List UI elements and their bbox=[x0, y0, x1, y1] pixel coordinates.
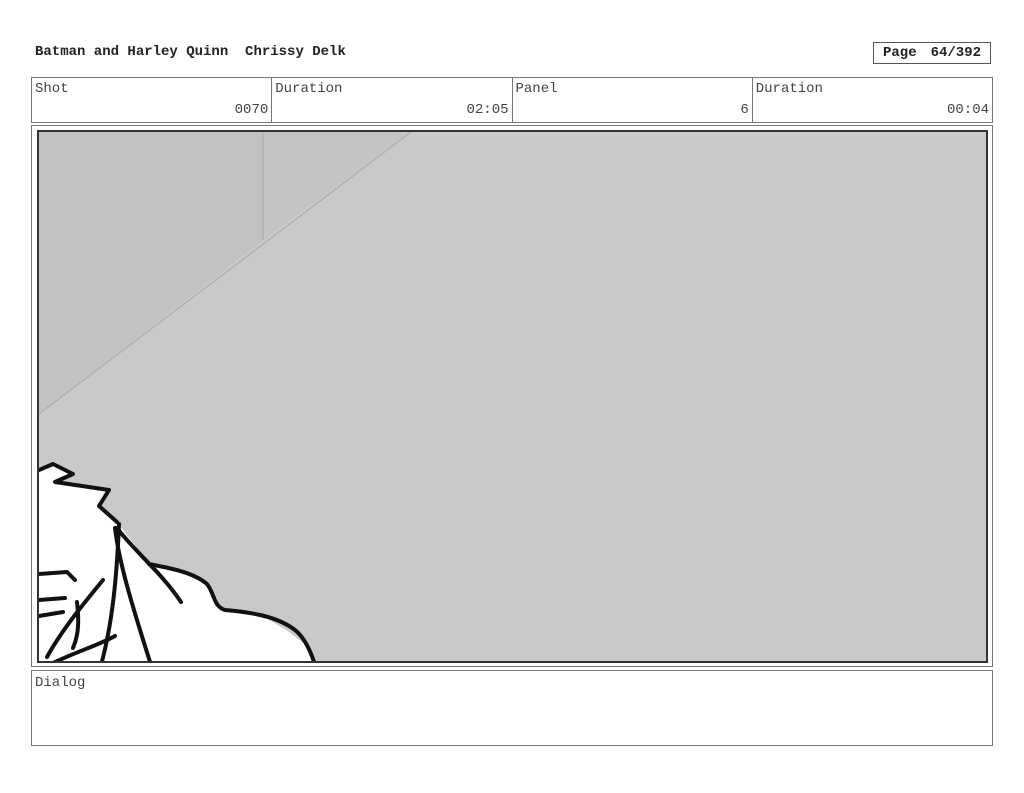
page-indicator: Page 64/392 bbox=[873, 42, 991, 64]
shot-duration-cell: Duration 02:05 bbox=[272, 78, 513, 122]
panel-duration-value: 00:04 bbox=[946, 102, 989, 118]
panel-cell: Panel 6 bbox=[513, 78, 753, 122]
shot-number: 0070 bbox=[234, 102, 269, 118]
dialog-box: Dialog bbox=[31, 670, 993, 746]
ceiling-shadow bbox=[263, 132, 411, 240]
project-title: Batman and Harley Quinn bbox=[35, 44, 229, 60]
shot-cell: Shot 0070 bbox=[32, 78, 273, 122]
character-body-fill bbox=[39, 464, 314, 661]
dialog-label: Dialog bbox=[35, 675, 86, 691]
panel-sketch bbox=[39, 132, 412, 661]
panel-duration-cell: Duration 00:04 bbox=[753, 78, 992, 122]
shot-label: Shot bbox=[35, 81, 69, 97]
storyboard-title: Batman and Harley Quinn Chrissy Delk bbox=[35, 44, 346, 60]
panel-duration-label: Duration bbox=[755, 81, 823, 97]
shot-info-bar: Shot 0070 Duration 02:05 Panel 6 Duratio… bbox=[31, 77, 993, 123]
panel-label: Panel bbox=[515, 81, 558, 97]
wall-shadow bbox=[39, 132, 263, 414]
page-number: 64/392 bbox=[930, 45, 982, 61]
artist-name: Chrissy Delk bbox=[245, 44, 346, 60]
panel-image bbox=[37, 130, 988, 663]
panel-number: 6 bbox=[740, 102, 749, 118]
page-label: Page bbox=[882, 45, 917, 61]
shot-duration-label: Duration bbox=[275, 81, 343, 97]
shot-duration-value: 02:05 bbox=[466, 102, 509, 118]
